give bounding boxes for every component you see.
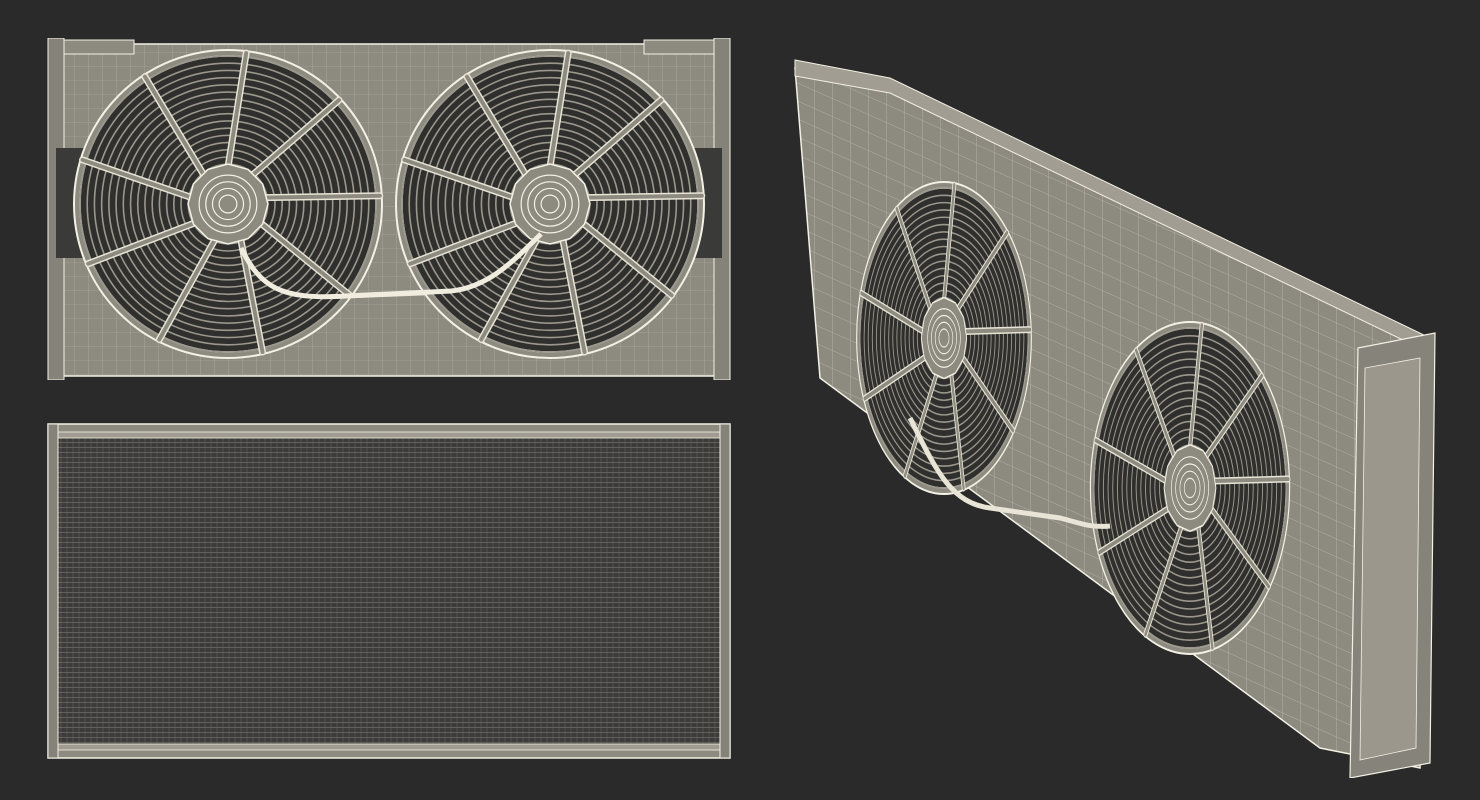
back-view-svg: [47, 423, 731, 759]
iso-left-fan-spoke-core: [963, 327, 1032, 334]
front-left-fan: [73, 49, 384, 359]
front-right-fan-spoke-core: [584, 193, 704, 200]
front-view-render: [46, 38, 732, 380]
core-mesh: [58, 438, 720, 744]
iso-fan-right: [1089, 321, 1291, 655]
top-right-tab: [643, 39, 715, 55]
iso-right-fan: [1089, 321, 1291, 655]
perspective-view-render: [760, 48, 1460, 778]
front-view-svg: [47, 38, 731, 380]
back-view-render: [46, 422, 732, 760]
iso-right-fan-spoke-core: [1212, 477, 1290, 484]
iso-fan-left: [856, 181, 1033, 495]
core-bottom-rail: [57, 743, 721, 751]
core-top-rail: [57, 431, 721, 439]
iso-right-tank-face: [1359, 357, 1421, 761]
front-left-fan-spoke-core: [262, 193, 382, 200]
core-left-tank: [47, 423, 59, 759]
perspective-view-svg: [794, 59, 1436, 778]
front-right-fan: [395, 49, 706, 359]
iso-left-fan: [856, 181, 1033, 495]
core-right-tank: [719, 423, 731, 759]
top-left-tab: [63, 39, 135, 55]
